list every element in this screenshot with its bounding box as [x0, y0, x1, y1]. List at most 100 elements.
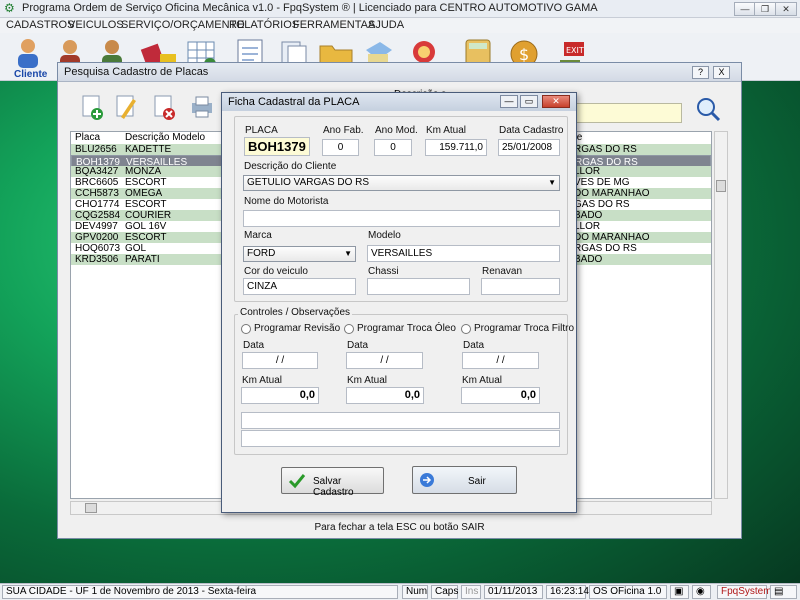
disk-icon: ▣ [674, 586, 684, 597]
cell-placa: BLU2656 [75, 144, 117, 155]
tray-status: ▤ [770, 585, 797, 599]
modelo-field[interactable]: VERSAILLES [367, 245, 560, 262]
save-button[interactable]: Salvar Cadastro [281, 467, 384, 498]
menu-relatorios[interactable]: RELATÓRIOS [229, 19, 299, 31]
dialog-minimize-button[interactable]: — [500, 95, 518, 108]
menu-ajuda[interactable]: AJUDA [368, 19, 404, 31]
revisao-label: Programar Revisão [254, 323, 341, 334]
status-bar: SUA CIDADE - UF 1 de Novembro de 2013 - … [0, 583, 800, 600]
new-document-icon [82, 95, 103, 120]
modelo-label: Modelo [368, 230, 401, 241]
revisao-data-field[interactable]: / / [242, 352, 318, 369]
cell-modelo: PARATI [125, 254, 160, 265]
column-modelo[interactable]: Descrição Modelo [125, 132, 205, 143]
edit-icon [116, 95, 136, 119]
dialog-close-button[interactable]: ✕ [542, 95, 570, 108]
cliente-toolbar-label: Cliente [14, 69, 48, 80]
maximize-button[interactable]: ❐ [754, 2, 776, 16]
cell-modelo: ESCORT [125, 232, 167, 243]
location-status: SUA CIDADE - UF 1 de Novembro de 2013 - … [2, 585, 398, 599]
placa-field[interactable]: BOH1379 [244, 137, 310, 156]
filtro-data-field[interactable]: / / [462, 352, 539, 369]
cell-cliente: RGAS DO RS [574, 243, 637, 254]
menu-bar: CADASTROS VEICULOS SERVIÇO/ORÇAMENTO REL… [0, 18, 800, 33]
troca-filtro-label: Programar Troca Filtro [474, 323, 575, 334]
ins-indicator: Ins [461, 585, 481, 599]
search-button[interactable] [694, 95, 722, 123]
close-hint: Para fechar a tela ESC ou botão SAIR [314, 522, 485, 533]
chassi-label: Chassi [368, 266, 399, 277]
minimize-button[interactable]: — [734, 2, 756, 16]
search-icon [697, 98, 721, 122]
close-button[interactable]: ✕ [775, 2, 797, 16]
renavan-field[interactable] [481, 278, 560, 295]
help-button[interactable]: ? [692, 66, 709, 79]
cell-modelo: MONZA [125, 166, 162, 177]
edit-plate-button[interactable] [112, 93, 140, 121]
controles-label: Controles / Observações [238, 307, 353, 318]
cliente-select-value: GETULIO VARGAS DO RS [247, 177, 370, 188]
num-indicator: Num [402, 585, 428, 599]
ano-mod-field[interactable]: 0 [374, 139, 412, 156]
time-status: 16:23:14 [546, 585, 589, 599]
ano-fab-label: Ano Fab. [323, 125, 364, 136]
dialog-title: Ficha Cadastral da PLACA [228, 96, 360, 108]
revisao-km-field[interactable]: 0,0 [241, 387, 319, 404]
cell-modelo: COURIER [125, 210, 172, 221]
cell-placa: BRC6605 [75, 177, 119, 188]
svg-text:EXIT: EXIT [566, 46, 584, 55]
troca-oleo-label: Programar Troca Óleo [357, 323, 456, 334]
delete-plate-button[interactable] [150, 93, 178, 121]
observacao-field-1[interactable] [241, 412, 560, 429]
app-title: Programa Ordem de Serviço Oficina Mecâni… [22, 2, 598, 14]
cell-placa: CQG2584 [75, 210, 121, 221]
exit-button-label: Sair [468, 476, 486, 487]
cell-modelo: ESCORT [125, 177, 167, 188]
cell-placa: DEV4997 [75, 221, 118, 232]
troca-oleo-radio[interactable] [344, 324, 354, 334]
arrow-right-icon [420, 473, 434, 487]
observacao-field-2[interactable] [241, 430, 560, 447]
oleo-km-field[interactable]: 0,0 [346, 387, 424, 404]
revisao-radio[interactable] [241, 324, 251, 334]
filtro-km-field[interactable]: 0,0 [461, 387, 540, 404]
menu-veiculos[interactable]: VEICULOS [68, 19, 124, 31]
exit-button[interactable]: Sair [412, 466, 517, 494]
grid-vertical-scrollbar[interactable] [714, 131, 728, 499]
data-cadastro-field[interactable]: 25/01/2008 [498, 139, 560, 156]
oleo-km-label: Km Atual [347, 375, 388, 386]
cell-cliente: BADO [574, 254, 603, 265]
print-plate-button[interactable] [188, 93, 216, 121]
ano-mod-label: Ano Mod. [375, 125, 418, 136]
oleo-data-label: Data [347, 340, 369, 351]
motorista-field[interactable] [243, 210, 560, 227]
checkmark-icon [288, 474, 306, 489]
app-logo-icon: ⚙ [4, 1, 15, 15]
search-window-title: Pesquisa Cadastro de Placas [64, 66, 209, 78]
search-close-button[interactable]: X [713, 66, 730, 79]
oleo-data-field[interactable]: / / [346, 352, 423, 369]
network-icon: ▤ [774, 586, 784, 597]
revisao-data-label: Data [243, 340, 265, 351]
menu-cadastros[interactable]: CADASTROS [6, 19, 74, 31]
cliente-select[interactable]: GETULIO VARGAS DO RS ▼ [243, 175, 560, 191]
menu-ferramentas[interactable]: FERRAMENTAS [293, 19, 375, 31]
cor-field[interactable]: CINZA [243, 278, 356, 295]
cell-placa: CCH5873 [75, 188, 119, 199]
marca-select[interactable]: FORD ▼ [243, 246, 356, 262]
chevron-down-icon: ▼ [344, 249, 352, 258]
dialog-maximize-button[interactable]: ▭ [520, 95, 538, 108]
troca-filtro-radio[interactable] [461, 324, 471, 334]
module-status: OS OFicina 1.0 [589, 585, 667, 599]
column-placa[interactable]: Placa [75, 132, 100, 143]
chassi-field[interactable] [367, 278, 470, 295]
ano-fab-field[interactable]: 0 [322, 139, 359, 156]
disk-status: ▣ [670, 585, 689, 599]
km-atual-field[interactable]: 159.711,0 [425, 139, 487, 156]
new-plate-button[interactable] [78, 93, 106, 121]
marca-select-value: FORD [247, 248, 276, 259]
menu-servico-orcamento[interactable]: SERVIÇO/ORÇAMENTO [121, 19, 245, 31]
printer-icon [192, 96, 212, 118]
cell-placa: HOQ6073 [75, 243, 121, 254]
search-input[interactable] [568, 103, 682, 123]
